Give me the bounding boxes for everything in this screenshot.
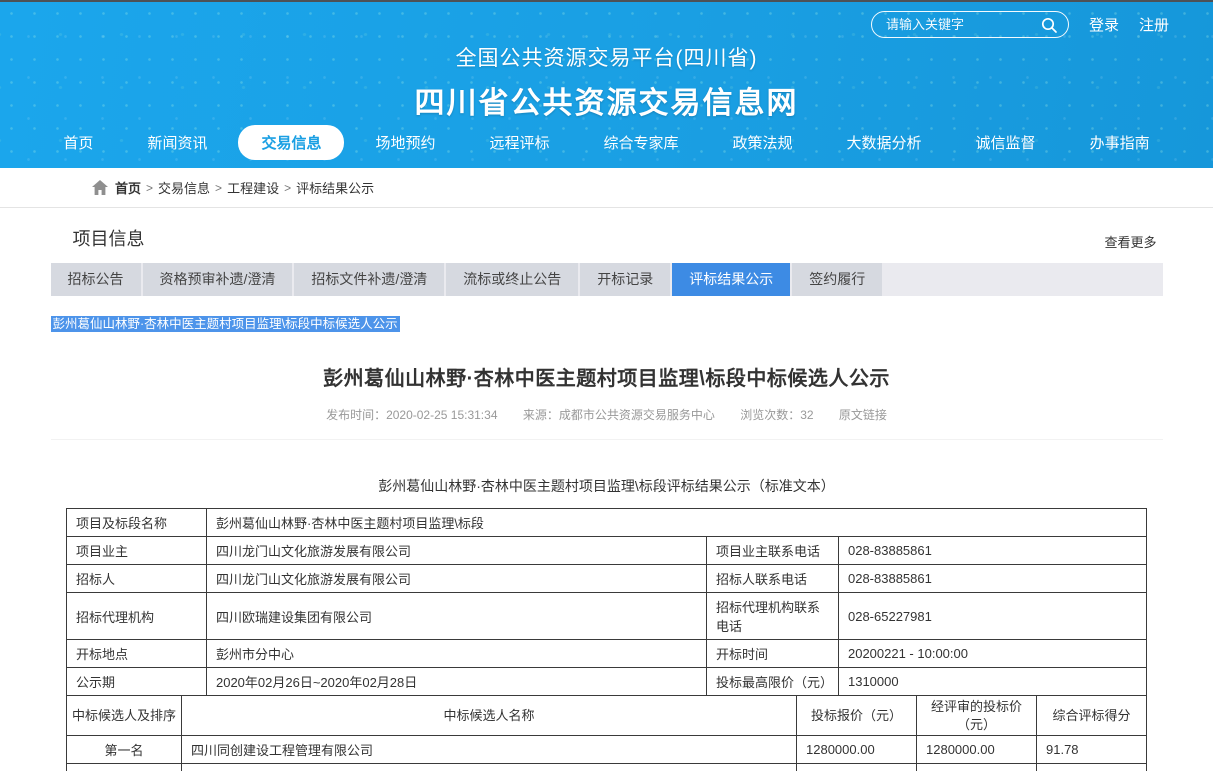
nav-item-expert-pool[interactable]: 综合专家库 <box>581 125 702 160</box>
tab-prequalification-addendum[interactable]: 资格预审补遗/澄清 <box>143 263 293 296</box>
tab-bid-announcement[interactable]: 招标公告 <box>51 263 141 296</box>
cell-label: 投标最高限价（元） <box>706 668 838 696</box>
breadcrumb-construction[interactable]: 工程建设 <box>227 178 279 197</box>
breadcrumb-separator: > <box>146 181 153 195</box>
announcement-list-item-label[interactable]: 彭州葛仙山林野·杏林中医主题村项目监理\标段中标候选人公示 <box>51 316 400 332</box>
tab-contract-performance[interactable]: 签约履行 <box>792 263 882 296</box>
view-more-link[interactable]: 查看更多 <box>1104 232 1156 251</box>
cell-label: 招标人 <box>66 565 206 593</box>
column-header: 中标候选人名称 <box>182 696 797 736</box>
table-row: 第一名 四川同创建设工程管理有限公司 1280000.00 1280000.00… <box>67 736 1147 764</box>
nav-item-venue-booking[interactable]: 场地预约 <box>352 125 458 160</box>
original-link[interactable]: 原文链接 <box>839 408 887 422</box>
cell-label: 开标时间 <box>706 640 838 668</box>
table-row: 招标代理机构 四川欧瑞建设集团有限公司 招标代理机构联系电话 028-65227… <box>66 593 1146 640</box>
cell-value: 四川龙门山文化旅游发展有限公司 <box>206 565 706 593</box>
main-content: 项目信息 查看更多 招标公告 资格预审补遗/澄清 招标文件补遗/澄清 流标或终止… <box>51 208 1163 771</box>
cell-label: 项目及标段名称 <box>66 509 206 537</box>
cell-score: 90.52 <box>1037 764 1147 771</box>
main-nav: 首页 新闻资讯 交易信息 场地预约 远程评标 综合专家库 政策法规 大数据分析 … <box>0 125 1213 160</box>
site-title: 四川省公共资源交易信息网 <box>0 78 1213 122</box>
breadcrumb: 首页 > 交易信息 > 工程建设 > 评标结果公示 <box>0 168 1213 208</box>
nav-item-policies[interactable]: 政策法规 <box>710 125 816 160</box>
cell-label: 项目业主 <box>66 537 206 565</box>
nav-item-bigdata[interactable]: 大数据分析 <box>824 125 945 160</box>
cell-value: 四川欧瑞建设集团有限公司 <box>206 593 706 640</box>
site-subtitle: 全国公共资源交易平台(四川省) <box>0 42 1213 72</box>
cell-value: 028-83885861 <box>838 565 1146 593</box>
cell-value: 彭州市分中心 <box>206 640 706 668</box>
article-meta: 发布时间：2020-02-25 15:31:34 来源：成都市公共资源交易服务中… <box>51 406 1163 440</box>
tab-evaluation-result[interactable]: 评标结果公示 <box>672 263 790 296</box>
nav-item-guide[interactable]: 办事指南 <box>1067 125 1173 160</box>
table-row: 第二名 四川兢业工程项目管理有限公司 1285000.00 1285000.00… <box>67 764 1147 771</box>
cell-value: 四川龙门山文化旅游发展有限公司 <box>206 537 706 565</box>
breadcrumb-separator: > <box>284 181 291 195</box>
tab-failed-or-terminated[interactable]: 流标或终止公告 <box>446 263 578 296</box>
cell-label: 招标代理机构 <box>66 593 206 640</box>
cell-value: 028-65227981 <box>838 593 1146 640</box>
cell-label: 招标代理机构联系电话 <box>706 593 838 640</box>
cell-value: 彭州葛仙山林野·杏林中医主题村项目监理\标段 <box>206 509 1146 537</box>
cell-rank: 第二名 <box>67 764 182 771</box>
cell-evaluated-price: 1285000.00 <box>917 764 1037 771</box>
section-head: 项目信息 查看更多 <box>51 208 1163 263</box>
cell-value: 028-83885861 <box>838 537 1146 565</box>
table-row: 项目业主 四川龙门山文化旅游发展有限公司 项目业主联系电话 028-838858… <box>66 537 1146 565</box>
tab-bid-document-addendum[interactable]: 招标文件补遗/澄清 <box>294 263 444 296</box>
source: 来源：成都市公共资源交易服务中心 <box>523 408 715 422</box>
article-title: 彭州葛仙山林野·杏林中医主题村项目监理\标段中标候选人公示 <box>51 362 1163 391</box>
cell-candidate-name: 四川同创建设工程管理有限公司 <box>182 736 797 764</box>
nav-item-news[interactable]: 新闻资讯 <box>124 125 230 160</box>
column-header: 中标候选人及排序 <box>67 696 182 736</box>
announcement-list-item[interactable]: 彭州葛仙山林野·杏林中医主题村项目监理\标段中标候选人公示 <box>51 313 1163 333</box>
site-header: 登录 注册 全国公共资源交易平台(四川省) 四川省公共资源交易信息网 首页 新闻… <box>0 0 1213 168</box>
breadcrumb-separator: > <box>215 181 222 195</box>
tab-strip: 招标公告 资格预审补遗/澄清 招标文件补遗/澄清 流标或终止公告 开标记录 评标… <box>51 263 1163 296</box>
table-row: 招标人 四川龙门山文化旅游发展有限公司 招标人联系电话 028-83885861 <box>66 565 1146 593</box>
cell-value: 2020年02月26日~2020年02月28日 <box>206 668 706 696</box>
table-row: 项目及标段名称 彭州葛仙山林野·杏林中医主题村项目监理\标段 <box>66 509 1146 537</box>
home-icon[interactable] <box>92 180 108 195</box>
result-table-caption: 彭州葛仙山林野·杏林中医主题村项目监理\标段评标结果公示（标准文本） <box>51 476 1163 496</box>
column-header: 经评审的投标价（元） <box>917 696 1037 736</box>
nav-item-trade-info[interactable]: 交易信息 <box>238 125 344 160</box>
table-header-row: 中标候选人及排序 中标候选人名称 投标报价（元） 经评审的投标价（元） 综合评标… <box>67 696 1147 736</box>
publish-time: 发布时间：2020-02-25 15:31:34 <box>326 408 497 422</box>
breadcrumb-home[interactable]: 首页 <box>115 178 141 197</box>
cell-label: 招标人联系电话 <box>706 565 838 593</box>
cell-evaluated-price: 1280000.00 <box>917 736 1037 764</box>
cell-value: 1310000 <box>838 668 1146 696</box>
cell-label: 开标地点 <box>66 640 206 668</box>
table-row: 开标地点 彭州市分中心 开标时间 20200221 - 10:00:00 <box>66 640 1146 668</box>
cell-candidate-name: 四川兢业工程项目管理有限公司 <box>182 764 797 771</box>
column-header: 综合评标得分 <box>1037 696 1147 736</box>
cell-label: 公示期 <box>66 668 206 696</box>
candidates-table: 中标候选人及排序 中标候选人名称 投标报价（元） 经评审的投标价（元） 综合评标… <box>66 695 1147 771</box>
cell-bid-price: 1280000.00 <box>797 736 917 764</box>
project-info-table: 项目及标段名称 彭州葛仙山林野·杏林中医主题村项目监理\标段 项目业主 四川龙门… <box>66 508 1147 696</box>
nav-item-integrity[interactable]: 诚信监督 <box>953 125 1059 160</box>
cell-rank: 第一名 <box>67 736 182 764</box>
breadcrumb-trade-info[interactable]: 交易信息 <box>158 178 210 197</box>
page-title: 项目信息 <box>73 225 145 251</box>
view-count: 浏览次数：32 <box>740 408 813 422</box>
breadcrumb-result-publicity[interactable]: 评标结果公示 <box>296 178 374 197</box>
site-titles: 全国公共资源交易平台(四川省) 四川省公共资源交易信息网 <box>0 2 1213 122</box>
column-header: 投标报价（元） <box>797 696 917 736</box>
table-row: 公示期 2020年02月26日~2020年02月28日 投标最高限价（元） 13… <box>66 668 1146 696</box>
cell-label: 项目业主联系电话 <box>706 537 838 565</box>
tab-bid-opening-record[interactable]: 开标记录 <box>580 263 670 296</box>
cell-bid-price: 1285000.00 <box>797 764 917 771</box>
nav-item-remote-evaluation[interactable]: 远程评标 <box>466 125 572 160</box>
nav-item-home[interactable]: 首页 <box>40 125 116 160</box>
cell-score: 91.78 <box>1037 736 1147 764</box>
cell-value: 20200221 - 10:00:00 <box>838 640 1146 668</box>
